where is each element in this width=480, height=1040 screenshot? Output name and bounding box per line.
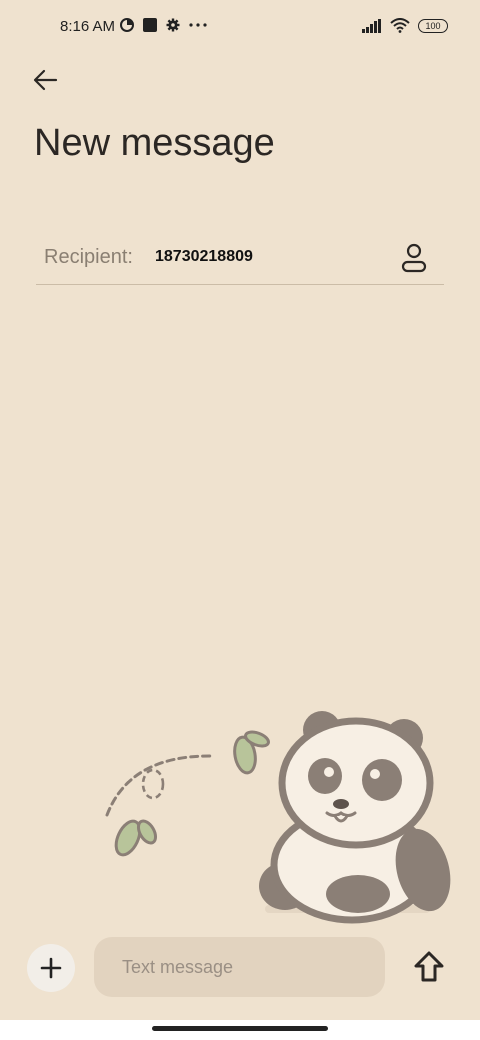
home-indicator[interactable] — [152, 1026, 328, 1031]
recipient-value[interactable]: 18730218809 — [155, 248, 253, 266]
status-left-icons — [120, 18, 207, 32]
status-time: 8:16 AM — [60, 18, 116, 35]
signal-icon — [362, 18, 381, 33]
page-title: New message — [34, 122, 275, 164]
arrow-up-icon — [414, 951, 444, 982]
plus-icon — [40, 957, 62, 979]
recipient-row[interactable]: Recipient: 18730218809 — [36, 232, 444, 285]
stop-icon — [143, 18, 157, 32]
back-button[interactable] — [30, 66, 62, 94]
attach-button[interactable] — [27, 944, 75, 992]
contact-picker-button[interactable] — [400, 242, 428, 274]
panda-illustration — [105, 711, 451, 924]
more-dots-icon — [189, 23, 207, 27]
status-right-icons: 100 — [362, 18, 448, 33]
person-icon — [401, 243, 427, 273]
status-bar: 8:16 AM 100 — [0, 0, 480, 56]
send-button[interactable] — [412, 950, 446, 984]
message-input[interactable] — [94, 937, 385, 997]
battery-icon: 100 — [418, 18, 448, 33]
gear-icon — [166, 18, 180, 32]
wifi-icon — [390, 18, 410, 33]
data-saver-icon — [120, 18, 134, 32]
recipient-label: Recipient: — [44, 246, 133, 268]
arrow-left-icon — [33, 69, 58, 91]
